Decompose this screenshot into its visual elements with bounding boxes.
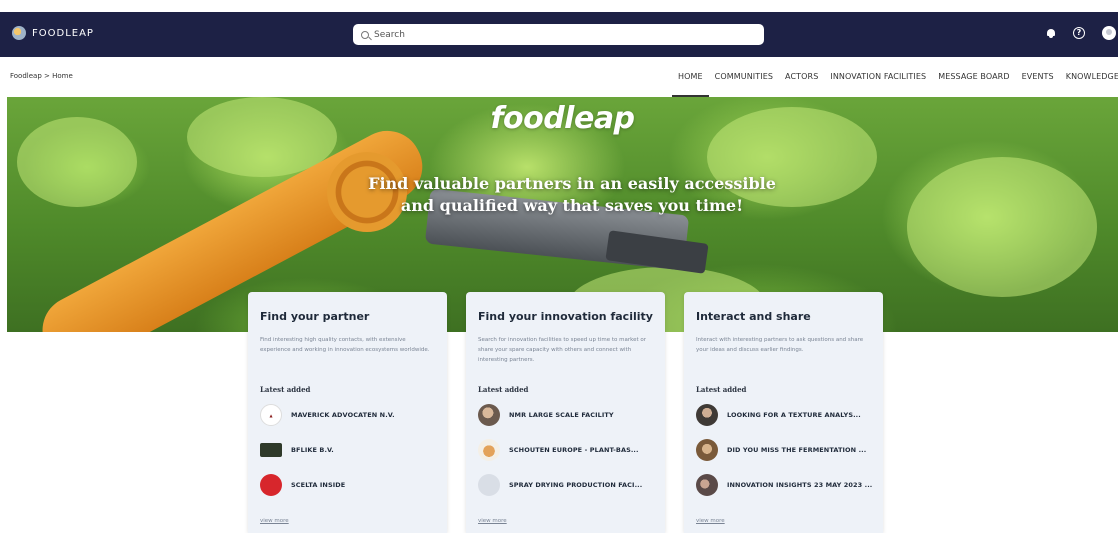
breadcrumb[interactable]: Foodleap > Home <box>10 72 73 80</box>
latest-added-label: Latest added <box>260 385 311 394</box>
maverick-logo-icon: ▲ <box>260 404 282 426</box>
list-item[interactable]: SCELTA INSIDE <box>260 474 435 496</box>
nav-home[interactable]: HOME <box>672 57 709 97</box>
list-item-label: LOOKING FOR A TEXTURE ANALYS... <box>727 411 861 419</box>
sub-navigation: Foodleap > Home HOME COMMUNITIES ACTORS … <box>0 57 1118 97</box>
card-description: Interact with interesting partners to as… <box>696 337 864 353</box>
search-input[interactable] <box>374 29 754 40</box>
nav-communities[interactable]: COMMUNITIES <box>709 57 779 97</box>
latest-list: LOOKING FOR A TEXTURE ANALYS... DID YOU … <box>696 404 873 496</box>
nav-actors[interactable]: ACTORS <box>779 57 824 97</box>
person-photo-icon <box>696 404 718 426</box>
bell-icon[interactable] <box>1046 28 1056 39</box>
list-item[interactable]: LOOKING FOR A TEXTURE ANALYS... <box>696 404 871 426</box>
list-item-label: SPRAY DRYING PRODUCTION FACI... <box>509 481 643 489</box>
person-photo-icon <box>478 404 500 426</box>
list-item-label: BFLIKE B.V. <box>291 446 334 454</box>
hero-logo: foodleap <box>490 101 635 136</box>
nav-innovation-facilities[interactable]: INNOVATION FACILITIES <box>824 57 932 97</box>
list-item-label: NMR LARGE SCALE FACILITY <box>509 411 614 419</box>
card-title: Find your innovation facility <box>478 310 653 323</box>
search-icon <box>361 30 369 39</box>
placeholder-avatar-icon <box>478 474 500 496</box>
card-find-partner: Find your partner Find interesting high … <box>248 292 447 533</box>
top-icons: ? <box>1046 26 1118 40</box>
list-item[interactable]: INNOVATION INSIGHTS 23 MAY 2023 ... <box>696 474 873 496</box>
bflike-logo-icon <box>260 443 282 457</box>
hero-title: Find valuable partners in an easily acce… <box>7 173 1118 217</box>
view-more-link[interactable]: view more <box>696 518 725 524</box>
card-title: Find your partner <box>260 310 370 323</box>
view-more-link[interactable]: view more <box>478 518 507 524</box>
list-item[interactable]: SPRAY DRYING PRODUCTION FACI... <box>478 474 653 496</box>
person-photo-icon <box>696 439 718 461</box>
list-item[interactable]: SCHOUTEN EUROPE - PLANT-BAS... <box>478 439 653 461</box>
card-description: Find interesting high quality contacts, … <box>260 337 430 353</box>
inside-logo-icon <box>260 474 282 496</box>
latest-added-label: Latest added <box>478 385 529 394</box>
nav-knowledge-base[interactable]: KNOWLEDGE BAS <box>1060 57 1118 97</box>
list-item-label: SCELTA INSIDE <box>291 481 346 489</box>
list-item[interactable]: NMR LARGE SCALE FACILITY <box>478 404 653 426</box>
nav-events[interactable]: EVENTS <box>1016 57 1060 97</box>
latest-list: ▲ MAVERICK ADVOCATEN N.V. BFLIKE B.V. SC… <box>260 404 435 496</box>
brand-name: FOODLEAP <box>32 27 94 39</box>
card-title: Interact and share <box>696 310 811 323</box>
search-bar[interactable] <box>353 24 764 45</box>
list-item-label: DID YOU MISS THE FERMENTATION ... <box>727 446 867 454</box>
card-description: Search for innovation facilities to spee… <box>478 337 647 363</box>
nav-message-board[interactable]: MESSAGE BOARD <box>932 57 1015 97</box>
group-photo-icon <box>696 474 718 496</box>
food-photo-icon <box>478 439 500 461</box>
latest-list: NMR LARGE SCALE FACILITY SCHOUTEN EUROPE… <box>478 404 653 496</box>
brand[interactable]: FOODLEAP <box>12 26 94 40</box>
card-interact-share: Interact and share Interact with interes… <box>684 292 883 533</box>
help-icon[interactable]: ? <box>1073 27 1085 39</box>
hero-title-line: and qualified way that saves you time! <box>400 196 744 215</box>
top-bar: FOODLEAP ? <box>0 12 1118 57</box>
main-nav: HOME COMMUNITIES ACTORS INNOVATION FACIL… <box>672 57 1118 97</box>
list-item[interactable]: ▲ MAVERICK ADVOCATEN N.V. <box>260 404 435 426</box>
card-find-innovation-facility: Find your innovation facility Search for… <box>466 292 665 533</box>
latest-added-label: Latest added <box>696 385 747 394</box>
list-item-label: MAVERICK ADVOCATEN N.V. <box>291 411 395 419</box>
list-item-label: SCHOUTEN EUROPE - PLANT-BAS... <box>509 446 639 454</box>
list-item[interactable]: DID YOU MISS THE FERMENTATION ... <box>696 439 871 461</box>
hero-title-line: Find valuable partners in an easily acce… <box>368 174 776 193</box>
list-item-label: INNOVATION INSIGHTS 23 MAY 2023 ... <box>727 481 873 489</box>
list-item[interactable]: BFLIKE B.V. <box>260 439 435 461</box>
user-icon[interactable] <box>1102 26 1116 40</box>
foodleap-logo-icon <box>12 26 26 40</box>
view-more-link[interactable]: view more <box>260 518 289 524</box>
robot-gripper-graphic <box>605 230 709 274</box>
